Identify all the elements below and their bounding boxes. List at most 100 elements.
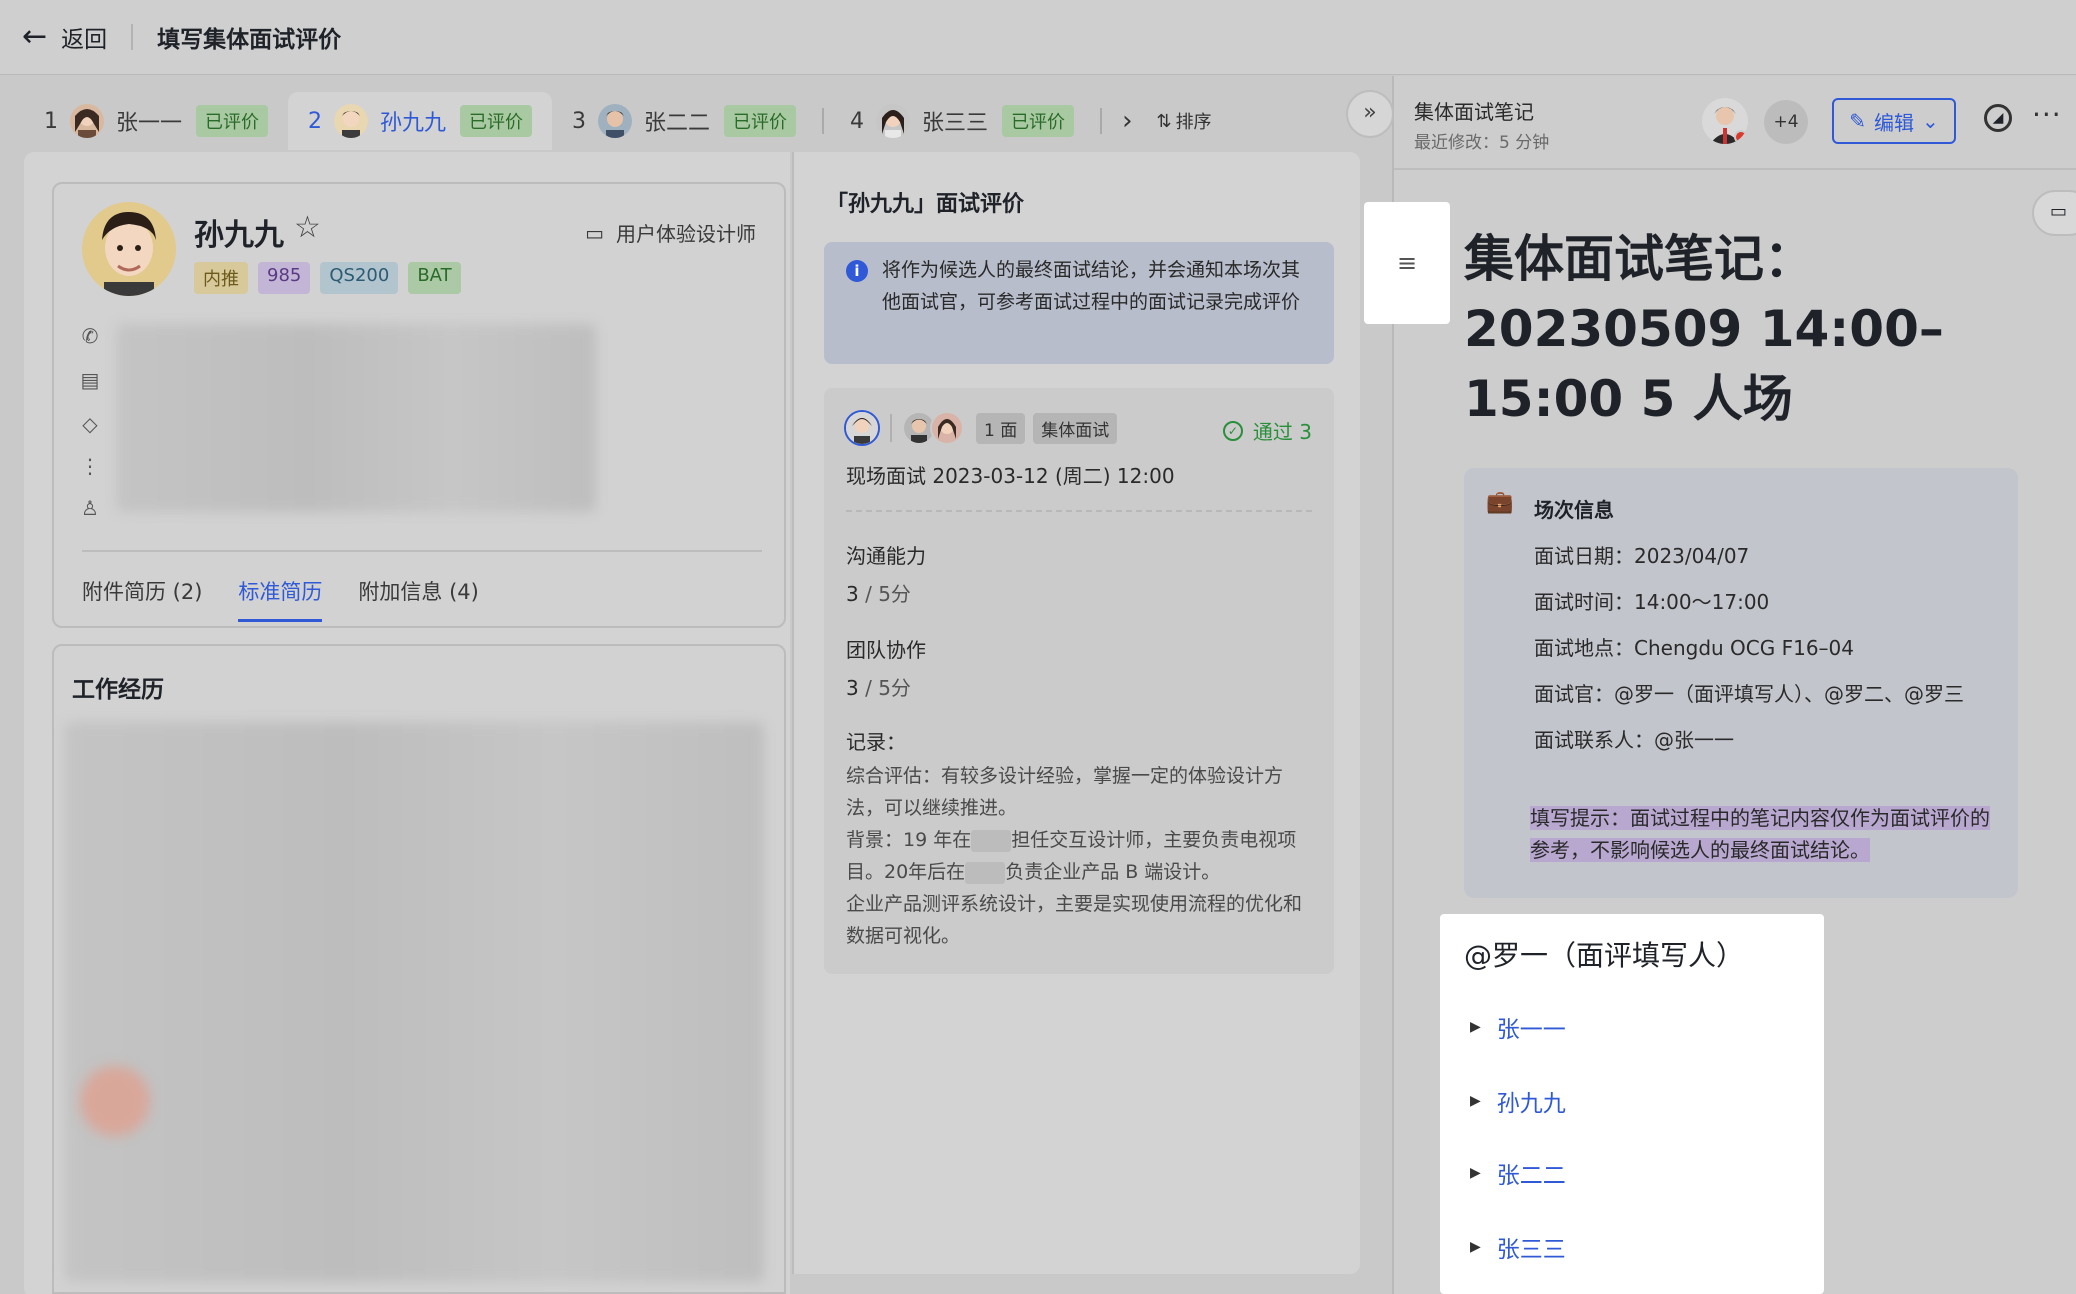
back-arrow-icon: ← (22, 19, 48, 54)
divider (131, 24, 134, 50)
info-icons: ✆ ▤ ◇ ⋮ ♙ (80, 314, 100, 530)
document-icon: ▤ (80, 368, 100, 392)
notes-heading: @罗一（面评填写人） (1464, 939, 1745, 972)
score-label: 沟通能力 (846, 544, 926, 568)
back-button[interactable]: ← 返回 (22, 20, 107, 54)
more-dots-icon: ⋮ (80, 454, 100, 478)
page-title: 填写集体面试评价 (157, 27, 342, 53)
comment-icon[interactable]: ▭ (2032, 190, 2076, 236)
star-icon[interactable]: ☆ (294, 210, 321, 245)
redacted-text (971, 829, 1012, 852)
avatar (598, 104, 633, 138)
info-line: 面试地点：Chengdu OCG F16–04 (1534, 636, 1855, 660)
info-line: 面试联系人：@张一一 (1534, 728, 1734, 752)
sort-icon: ⇅ (1156, 110, 1172, 132)
avatar[interactable] (1702, 98, 1748, 144)
job-title: ▭ 用户体验设计师 (585, 218, 756, 247)
candidate-tab-4[interactable]: 4 张三三 已评价 (830, 92, 1094, 150)
job-title-label: 用户体验设计师 (616, 222, 756, 246)
candidate-name: 张三三 (922, 111, 989, 136)
divider (822, 108, 825, 134)
divider (82, 550, 762, 552)
toggle-item[interactable]: ▶ 张二二 (1470, 1156, 1566, 1190)
evaluation-title: 「孙九九」面试评价 (826, 192, 1025, 217)
doc-name: 集体面试笔记 (1414, 100, 1534, 124)
score-value: 3 / 5分 (846, 672, 911, 701)
hint-highlight: 填写提示：面试过程中的笔记内容仅作为面试评价的参考，不影响候选人的最终面试结论。 (1530, 806, 1990, 862)
score-value: 3 / 5分 (846, 578, 911, 607)
caret-right-icon: ▶ (1470, 1019, 1481, 1035)
toggle-item[interactable]: ▶ 张三三 (1470, 1230, 1566, 1264)
info-heading: 场次信息 (1534, 498, 1614, 522)
note-line: 企业产品测评系统设计，主要是实现使用流程的优化和数据可视化。 (846, 893, 1303, 947)
phone-icon: ✆ (81, 324, 99, 348)
tag: BAT (408, 262, 461, 294)
feedback-header: 1 面 集体面试 (844, 410, 1118, 446)
collapse-panel-button[interactable]: » (1346, 90, 1394, 138)
resume-tabs: 附件简历 (2) 标准简历 附加信息 (4) (82, 576, 479, 622)
status-badge: 已评价 (1002, 105, 1075, 137)
tab-attachment-resume[interactable]: 附件简历 (2) (82, 576, 202, 622)
candidate-tab-2[interactable]: 2 孙九九 已评价 (288, 92, 553, 150)
section-title: 工作经历 (72, 677, 164, 703)
person-icon: ♙ (81, 496, 99, 520)
candidate-tab-3[interactable]: 3 张二二 已评价 (552, 92, 816, 150)
toggle-label: 孙九九 (1496, 1091, 1566, 1117)
edit-label: 编辑 (1874, 110, 1914, 135)
status-badge: 已评价 (196, 105, 269, 137)
candidate-tab-1[interactable]: 1 张一一 已评价 (24, 92, 288, 150)
chevron-right-icon[interactable]: › (1108, 106, 1146, 136)
divider (890, 414, 892, 442)
redacted-text (965, 861, 1006, 884)
toggle-label: 张一一 (1496, 1017, 1566, 1043)
note-line: 背景：19 年在 担任交互设计师，主要负责电视项目。20年后在 负责企业产品 B 端… (846, 824, 1312, 888)
note-fragment: 负责企业产品 B 端设计。 (1005, 861, 1221, 883)
info-line: 面试官：@罗一（面评填写人）、@罗二、@罗三 (1534, 682, 1964, 706)
toggle-label: 张二二 (1496, 1163, 1566, 1189)
toggle-item[interactable]: ▶ 孙九九 (1470, 1084, 1566, 1118)
caret-right-icon: ▶ (1470, 1093, 1481, 1109)
sort-button[interactable]: ⇅ 排序 (1146, 108, 1211, 134)
notes-panel: 集体面试笔记 最近修改：5 分钟 +4 ✎ 编辑 ⌄ ◢ ··· ▭ 集体面试笔… (1392, 76, 2076, 1294)
top-bar: ← 返回 填写集体面试评价 (0, 0, 2076, 75)
toggle-item[interactable]: ▶ 张一一 (1470, 1010, 1566, 1044)
doc-modified: 最近修改：5 分钟 (1414, 133, 1550, 153)
more-collaborators[interactable]: +4 (1764, 100, 1808, 144)
interview-type-tag: 集体面试 (1033, 412, 1118, 444)
evaluation-pane: 「孙九九」面试评价 i 将作为候选人的最终面试结论，并会通知本场次其他面试官，可… (792, 152, 1360, 1274)
tab-number: 3 (572, 108, 587, 134)
compass-icon[interactable]: ◢ (1984, 104, 2012, 132)
edit-button[interactable]: ✎ 编辑 ⌄ (1832, 98, 1956, 144)
tab-standard-resume[interactable]: 标准简历 (238, 576, 323, 622)
doc-header: 集体面试笔记 最近修改：5 分钟 +4 ✎ 编辑 ⌄ ◢ ··· (1394, 76, 2076, 170)
caret-right-icon: ▶ (1470, 1239, 1481, 1255)
pass-label: 通过 3 (1252, 420, 1312, 444)
interview-time: 现场面试 2023-03-12 (周二) 12:00 (846, 464, 1175, 488)
avatar (930, 411, 964, 445)
toggle-label: 张三三 (1496, 1237, 1566, 1263)
notice-box: i 将作为候选人的最终面试结论，并会通知本场次其他面试官，可参考面试过程中的面试… (824, 242, 1334, 364)
divider (1100, 108, 1103, 134)
score-number: 3 (846, 676, 859, 700)
avatar (844, 410, 880, 446)
outline-icon[interactable]: ≡ (1364, 202, 1450, 324)
tab-additional-info[interactable]: 附加信息 (4) (358, 576, 478, 622)
tab-number: 2 (308, 108, 323, 134)
info-line: 面试时间：14:00～17:00 (1534, 590, 1770, 614)
briefcase-icon: ▭ (585, 220, 604, 245)
note-line: 综合评估：有较多设计经验，掌握一定的体验设计方法，可以继续推进。 (846, 765, 1284, 819)
score-max: / 5分 (858, 582, 911, 606)
candidate-name: 张一一 (116, 111, 183, 136)
redacted-content (64, 722, 764, 1282)
feedback-card: 1 面 集体面试 ✓ 通过 3 现场面试 2023-03-12 (周二) 12:… (824, 388, 1334, 974)
back-label: 返回 (61, 27, 108, 53)
note-text: 综合评估：有较多设计经验，掌握一定的体验设计方法，可以继续推进。 背景：19 年… (846, 760, 1312, 952)
tab-number: 4 (850, 108, 865, 134)
tag: 985 (258, 262, 311, 294)
session-info-box: 💼 场次信息 面试日期：2023/04/07 面试时间：14:00～17:00 … (1464, 468, 2018, 898)
chevron-down-icon: ⌄ (1922, 109, 1939, 133)
score-max: / 5分 (858, 676, 911, 700)
more-icon[interactable]: ··· (2032, 98, 2062, 131)
candidate-tabs: 1 张一一 已评价 2 孙九九 已评价 3 张二二 已评价 4 张三三 已评价 … (24, 92, 1212, 150)
candidate-name: 孙九九 (380, 111, 447, 136)
